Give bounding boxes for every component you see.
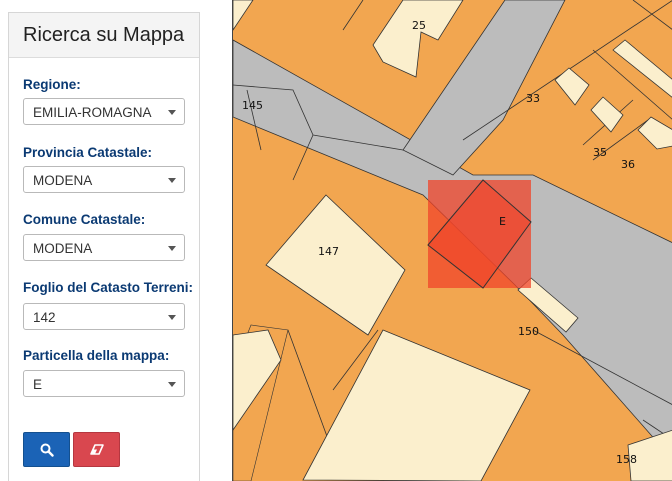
- chevron-down-icon: [168, 382, 176, 387]
- parcel-label-35: 35: [593, 146, 607, 159]
- search-icon: [40, 443, 54, 457]
- selected-parcel[interactable]: [427, 179, 532, 289]
- province-select[interactable]: MODENA: [23, 166, 185, 193]
- parcel-label-25: 25: [412, 19, 426, 32]
- municipality-value: MODENA: [33, 241, 93, 256]
- panel-title: Ricerca su Mappa: [9, 13, 199, 58]
- search-button[interactable]: [23, 432, 70, 467]
- province-label: Provincia Catastale:: [23, 145, 153, 160]
- clear-button[interactable]: [73, 432, 120, 467]
- chevron-down-icon: [168, 110, 176, 115]
- parcel-label: Particella della mappa:: [23, 348, 170, 363]
- municipality-label: Comune Catastale:: [23, 212, 146, 227]
- parcel-label-158: 158: [616, 453, 637, 466]
- chevron-down-icon: [168, 178, 176, 183]
- sheet-select[interactable]: 142: [23, 303, 185, 330]
- parcel-label-145: 145: [242, 99, 263, 112]
- parcel-select[interactable]: E: [23, 370, 185, 397]
- search-panel: Ricerca su Mappa Regione: EMILIA-ROMAGNA…: [8, 12, 200, 481]
- parcel-label-e: E: [499, 215, 506, 228]
- parcel-label-147: 147: [318, 245, 339, 258]
- eraser-icon: [89, 443, 104, 455]
- region-value: EMILIA-ROMAGNA: [33, 105, 152, 120]
- sheet-value: 142: [33, 310, 56, 325]
- cadastral-map[interactable]: 25 33 35 36 145 147 E 150 158: [232, 0, 672, 481]
- chevron-down-icon: [168, 315, 176, 320]
- region-label: Regione:: [23, 77, 81, 92]
- map-canvas[interactable]: 25 33 35 36 145 147 E 150 158: [233, 0, 672, 481]
- parcel-label-150: 150: [518, 325, 539, 338]
- municipality-select[interactable]: MODENA: [23, 234, 185, 261]
- region-select[interactable]: EMILIA-ROMAGNA: [23, 98, 185, 125]
- chevron-down-icon: [168, 246, 176, 251]
- province-value: MODENA: [33, 173, 93, 188]
- parcel-label-33: 33: [526, 92, 540, 105]
- parcel-label-36: 36: [621, 158, 635, 171]
- sheet-label: Foglio del Catasto Terreni:: [23, 280, 194, 295]
- parcel-value: E: [33, 377, 43, 392]
